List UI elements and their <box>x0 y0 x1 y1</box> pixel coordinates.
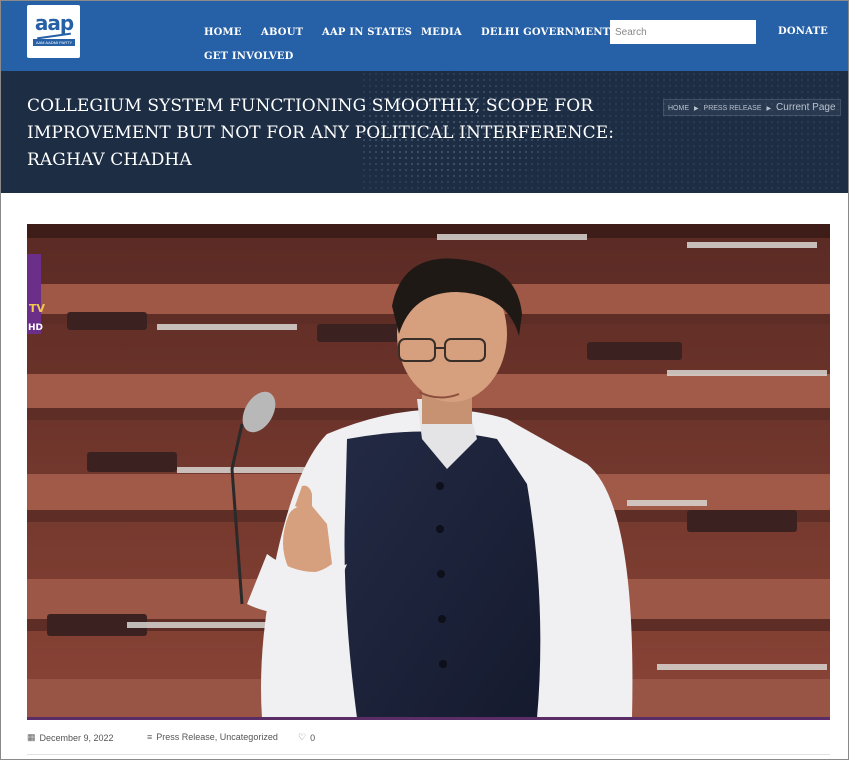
post-date-text: December 9, 2022 <box>39 732 114 743</box>
page-title-line-2: IMPROVEMENT BUT NOT FOR ANY POLITICAL IN… <box>27 123 615 143</box>
logo-wordmark: aap <box>34 11 74 35</box>
featured-image: TV HD <box>27 224 830 718</box>
breadcrumb-arrow-icon: ▶ <box>693 106 699 112</box>
page-title-banner: COLLEGIUM SYSTEM FUNCTIONING SMOOTHLY, S… <box>1 71 848 193</box>
heart-icon[interactable]: ♡ <box>298 732 306 743</box>
nav-media[interactable]: MEDIA <box>421 27 462 38</box>
nav-home[interactable]: HOME <box>204 27 242 38</box>
logo-tagline: AAM AADMI PARTY <box>33 39 75 46</box>
site-header: aap AAM AADMI PARTY HOME ABOUT AAP IN ST… <box>1 1 848 71</box>
post-likes[interactable]: ♡ 0 <box>298 732 315 743</box>
breadcrumb: HOME ▶ PRESS RELEASE ▶ Current Page <box>663 99 841 116</box>
post-categories-text[interactable]: Press Release, Uncategorized <box>156 732 278 742</box>
site-logo[interactable]: aap AAM AADMI PARTY <box>27 5 80 58</box>
channel-logo-text: TV <box>29 302 46 315</box>
browser-frame: aap AAM AADMI PARTY HOME ABOUT AAP IN ST… <box>0 0 849 760</box>
breadcrumb-current: Current Page <box>776 102 836 113</box>
photo-illustration: TV HD <box>27 224 830 718</box>
breadcrumb-press-release[interactable]: PRESS RELEASE <box>704 105 762 112</box>
donate-button[interactable]: DONATE <box>778 26 828 37</box>
image-accent-bar <box>27 717 830 720</box>
post-date: ▦ December 9, 2022 <box>27 732 114 743</box>
nav-aap-in-states[interactable]: AAP IN STATES <box>322 27 412 38</box>
page-title: COLLEGIUM SYSTEM FUNCTIONING SMOOTHLY, S… <box>27 93 627 174</box>
nav-about[interactable]: ABOUT <box>261 27 303 38</box>
meta-divider <box>27 754 830 755</box>
post-categories: ≡ Press Release, Uncategorized <box>147 732 278 742</box>
channel-hd-text: HD <box>28 323 43 333</box>
breadcrumb-home[interactable]: HOME <box>668 105 689 112</box>
post-likes-count: 0 <box>310 732 316 743</box>
list-icon: ≡ <box>147 732 153 742</box>
page-title-line-3: RAGHAV CHADHA <box>27 150 192 170</box>
breadcrumb-arrow-icon: ▶ <box>766 106 772 112</box>
search-input[interactable] <box>610 20 756 44</box>
nav-delhi-government[interactable]: DELHI GOVERNMENT <box>481 27 610 38</box>
page-title-line-1: COLLEGIUM SYSTEM FUNCTIONING SMOOTHLY, S… <box>27 96 594 116</box>
nav-get-involved[interactable]: GET INVOLVED <box>204 51 294 62</box>
calendar-icon: ▦ <box>27 732 36 742</box>
